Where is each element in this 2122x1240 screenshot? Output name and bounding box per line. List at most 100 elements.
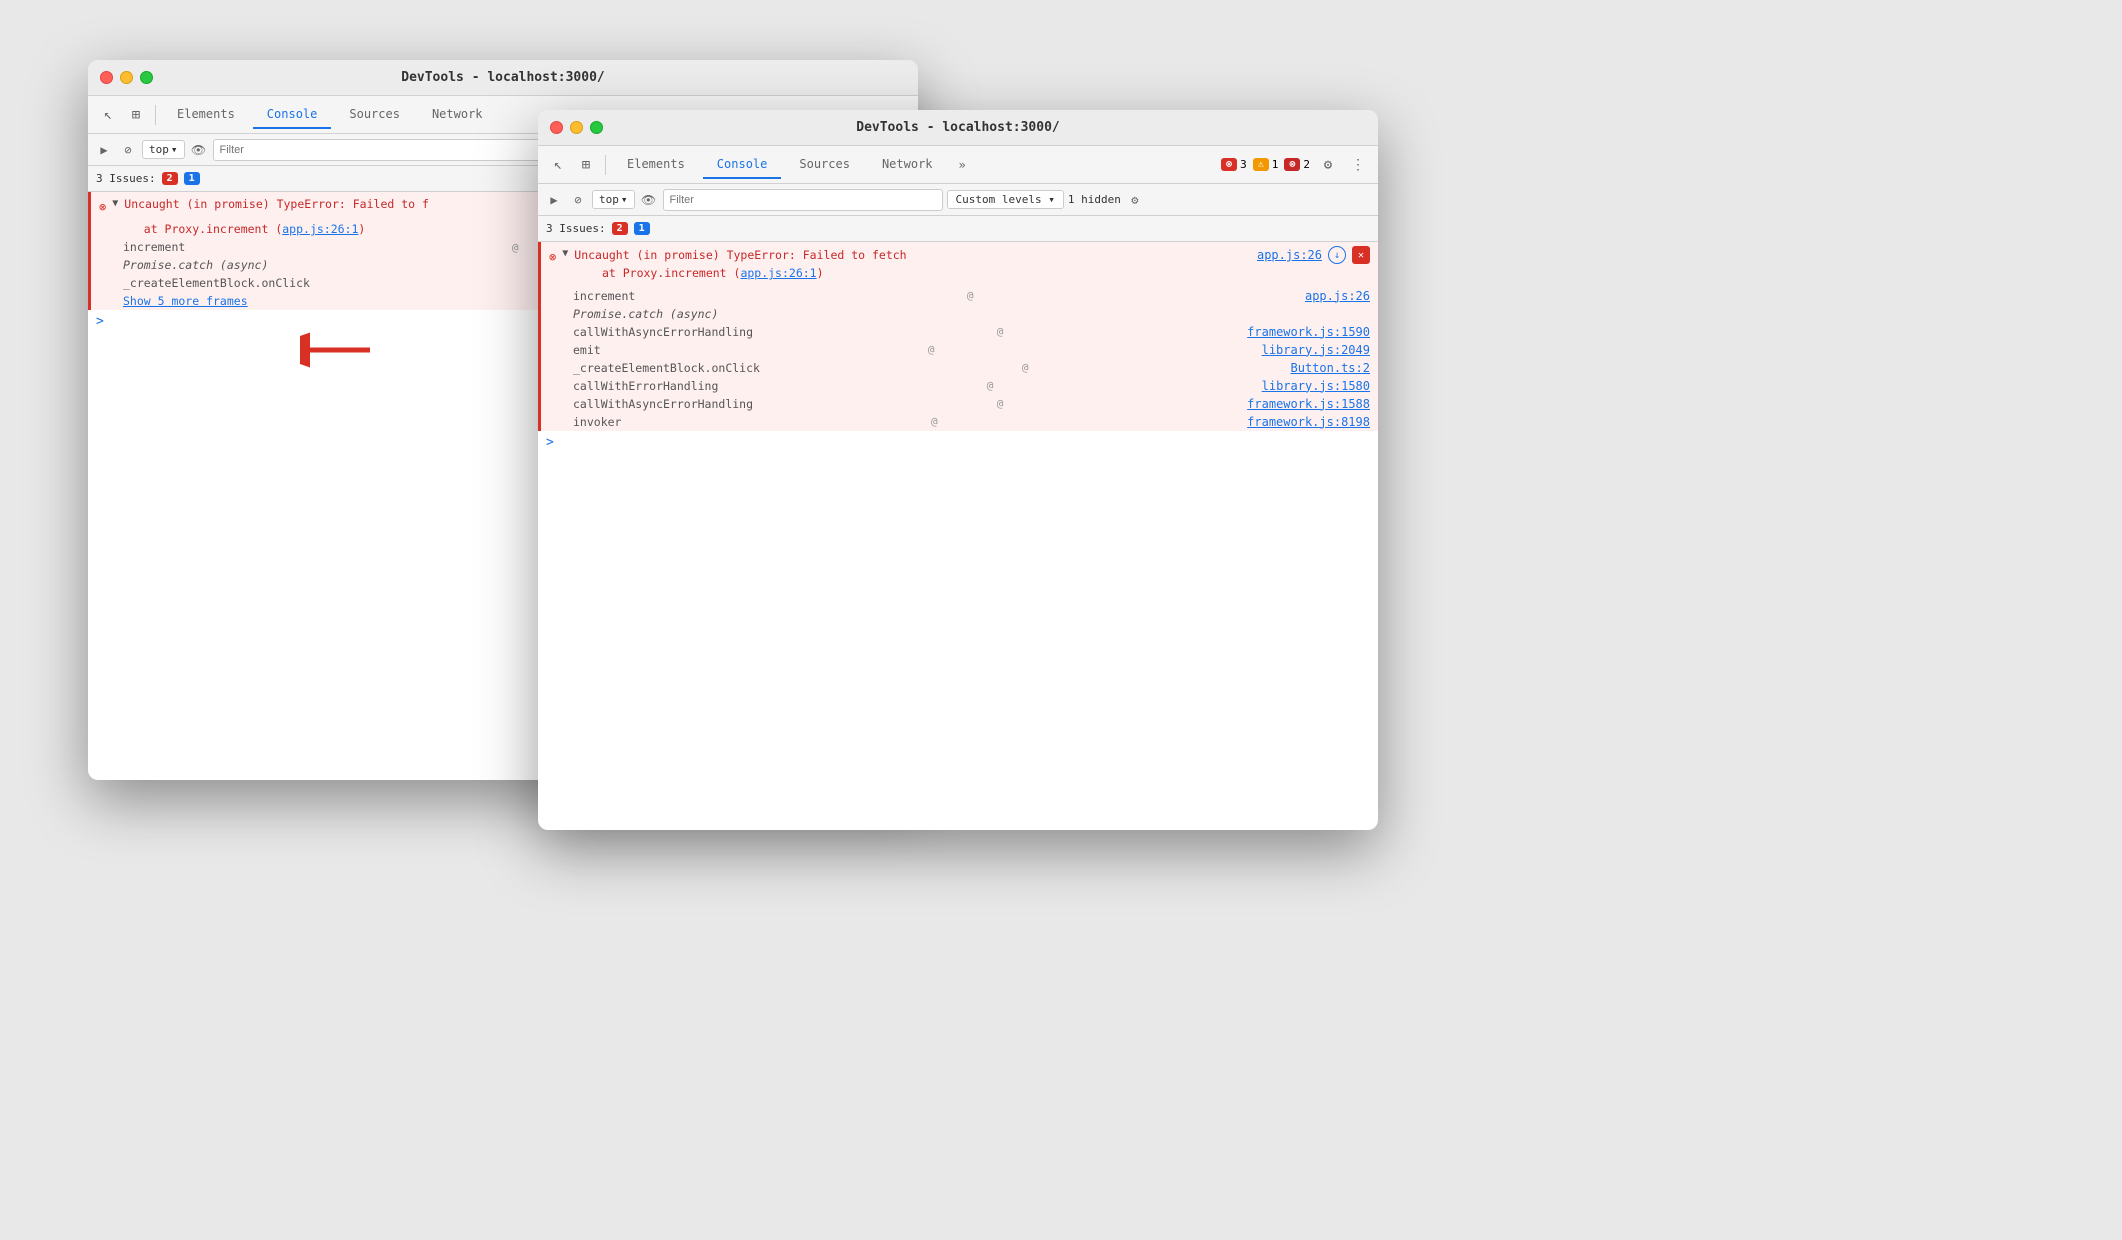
- top-selector-2[interactable]: top ▾: [592, 190, 635, 209]
- close-button-2[interactable]: [550, 121, 563, 134]
- func-invoker-2: invoker: [573, 415, 621, 429]
- tab-elements-1[interactable]: Elements: [163, 101, 249, 129]
- settings-icon-2[interactable]: ⚙: [1125, 190, 1145, 210]
- custom-levels-button-2[interactable]: Custom levels ▾: [947, 190, 1064, 209]
- top-selector-1[interactable]: top ▾: [142, 140, 185, 159]
- at-increment-2: @: [967, 289, 974, 302]
- error-badge-1: 2: [162, 172, 178, 185]
- at-line-link-2[interactable]: app.js:26:1: [740, 266, 816, 280]
- file-onclick-2[interactable]: Button.ts:2: [1291, 361, 1370, 375]
- file-increment-2[interactable]: app.js:26: [1305, 289, 1370, 303]
- tab-console-1[interactable]: Console: [253, 101, 332, 129]
- error-count-badge-2: 2: [612, 222, 628, 235]
- error-count-toolbar-2: 3: [1240, 158, 1247, 171]
- console-toolbar-2: ▶ ⊘ top ▾ 👁 Custom levels ▾ 1 hidden ⚙: [538, 184, 1378, 216]
- tab-console-2[interactable]: Console: [703, 151, 782, 179]
- minimize-button-2[interactable]: [570, 121, 583, 134]
- issues-label-1: 3 Issues:: [96, 172, 156, 185]
- error-message-2: Uncaught (in promise) TypeError: Failed …: [574, 248, 906, 262]
- gear-icon-2[interactable]: ⚙: [1316, 153, 1340, 177]
- cursor-icon-2[interactable]: ↖: [546, 153, 570, 177]
- tab-sources-1[interactable]: Sources: [335, 101, 414, 129]
- chevron-down-icon-2: ▾: [621, 193, 628, 206]
- stack-row-callasync1-2: callWithAsyncErrorHandling @ framework.j…: [541, 323, 1378, 341]
- layers-icon-1[interactable]: ⊞: [124, 103, 148, 127]
- file-invoker-2[interactable]: framework.js:8198: [1247, 415, 1370, 429]
- main-file-link-2[interactable]: app.js:26: [1257, 246, 1322, 264]
- file-emit-2[interactable]: library.js:2049: [1262, 343, 1370, 357]
- chevron-down-icon-1: ▾: [171, 143, 178, 156]
- at-callasync1-2: @: [997, 325, 1004, 338]
- tab-network-1[interactable]: Network: [418, 101, 497, 129]
- toolbar-badges-2: ⊗ 3 ⚠ 1 ⊗ 2 ⚙ ⋮: [1221, 153, 1370, 177]
- func-callasync1-2: callWithAsyncErrorHandling: [573, 325, 753, 339]
- info-badge-1: 1: [184, 172, 200, 185]
- hidden-badge-2: 1 hidden: [1068, 193, 1121, 206]
- at-callasync2-2: @: [997, 397, 1004, 410]
- info-count-badge-1: 1: [184, 172, 200, 185]
- error-count-badge-1: 2: [162, 172, 178, 185]
- at-invoker-2: @: [931, 415, 938, 428]
- func-promise-2: Promise.catch (async): [573, 307, 718, 321]
- eye-icon-2[interactable]: 👁: [639, 190, 659, 210]
- at-emit-2: @: [928, 343, 935, 356]
- eye-icon-1[interactable]: 👁: [189, 140, 209, 160]
- maximize-button-1[interactable]: [140, 71, 153, 84]
- title-bar-2: DevTools - localhost:3000/: [538, 110, 1378, 146]
- file-callasync1-2[interactable]: framework.js:1590: [1247, 325, 1370, 339]
- file-callasync2-2[interactable]: framework.js:1588: [1247, 397, 1370, 411]
- warn-count-toolbar-2: 1: [1272, 158, 1279, 171]
- func-callasync2-2: callWithAsyncErrorHandling: [573, 397, 753, 411]
- download-icon-2[interactable]: ↓: [1328, 246, 1346, 264]
- top-label-1: top: [149, 143, 169, 156]
- separator-1: [155, 105, 156, 125]
- func-emit-2: emit: [573, 343, 601, 357]
- window-title-2: DevTools - localhost:3000/: [856, 120, 1060, 135]
- func-0-w1: increment: [123, 240, 185, 254]
- no-icon-1[interactable]: ⊘: [118, 140, 138, 160]
- tab-sources-2[interactable]: Sources: [785, 151, 864, 179]
- play-icon-1[interactable]: ▶: [94, 140, 114, 160]
- issues-bar-2: 3 Issues: 2 1: [538, 216, 1378, 242]
- maximize-button-2[interactable]: [590, 121, 603, 134]
- file-callerr-2[interactable]: library.js:1580: [1262, 379, 1370, 393]
- at-onclick-2: @: [1022, 361, 1029, 374]
- expand-triangle-2[interactable]: ▼: [562, 246, 568, 261]
- at-0-w1: @: [512, 241, 519, 254]
- error-message-block-2: Uncaught (in promise) TypeError: Failed …: [574, 246, 906, 283]
- no-icon-2[interactable]: ⊘: [568, 190, 588, 210]
- traffic-lights-2: [550, 121, 603, 134]
- tab-elements-2[interactable]: Elements: [613, 151, 699, 179]
- play-icon-2[interactable]: ▶: [544, 190, 564, 210]
- layers-icon-2[interactable]: ⊞: [574, 153, 598, 177]
- tab-more-2[interactable]: »: [951, 152, 974, 178]
- badge2-count-toolbar-2: 2: [1303, 158, 1310, 171]
- stack-row-emit-2: emit @ library.js:2049: [541, 341, 1378, 359]
- close-button-1[interactable]: [100, 71, 113, 84]
- at-line-link-1[interactable]: app.js:26:1: [282, 222, 358, 236]
- stack-row-increment-2: increment @ app.js:26: [541, 287, 1378, 305]
- minimize-button-1[interactable]: [120, 71, 133, 84]
- error-badge-2: 2: [612, 222, 628, 235]
- error-group-2: ⊗ ▼ Uncaught (in promise) TypeError: Fai…: [538, 242, 1378, 431]
- issues-label-2: 3 Issues:: [546, 222, 606, 235]
- close-error-icon-2[interactable]: ✕: [1352, 246, 1370, 264]
- cursor-icon-1[interactable]: ↖: [96, 103, 120, 127]
- console-prompt-2[interactable]: >: [538, 431, 1378, 454]
- error-toolbar-badge-2: ⊗ 3: [1221, 158, 1247, 171]
- info-count-badge-2: 1: [634, 222, 650, 235]
- tab-network-2[interactable]: Network: [868, 151, 947, 179]
- more-icon-2[interactable]: ⋮: [1346, 153, 1370, 177]
- expand-triangle-1[interactable]: ▼: [112, 196, 118, 211]
- func-1-w1: Promise.catch (async): [123, 258, 268, 272]
- stack-row-promise-2: Promise.catch (async): [541, 305, 1378, 323]
- info-badge-2: 1: [634, 222, 650, 235]
- window-title-1: DevTools - localhost:3000/: [401, 70, 605, 85]
- error-main-row-2: ⊗ ▼ Uncaught (in promise) TypeError: Fai…: [541, 242, 1378, 287]
- stack-right-2: app.js:26 ↓ ✕: [1257, 246, 1370, 264]
- filter-input-2[interactable]: [663, 189, 943, 211]
- badge2-icon-2: ⊗: [1284, 158, 1300, 171]
- func-2-w1: _createElementBlock.onClick: [123, 276, 310, 290]
- top-label-2: top: [599, 193, 619, 206]
- traffic-lights-1: [100, 71, 153, 84]
